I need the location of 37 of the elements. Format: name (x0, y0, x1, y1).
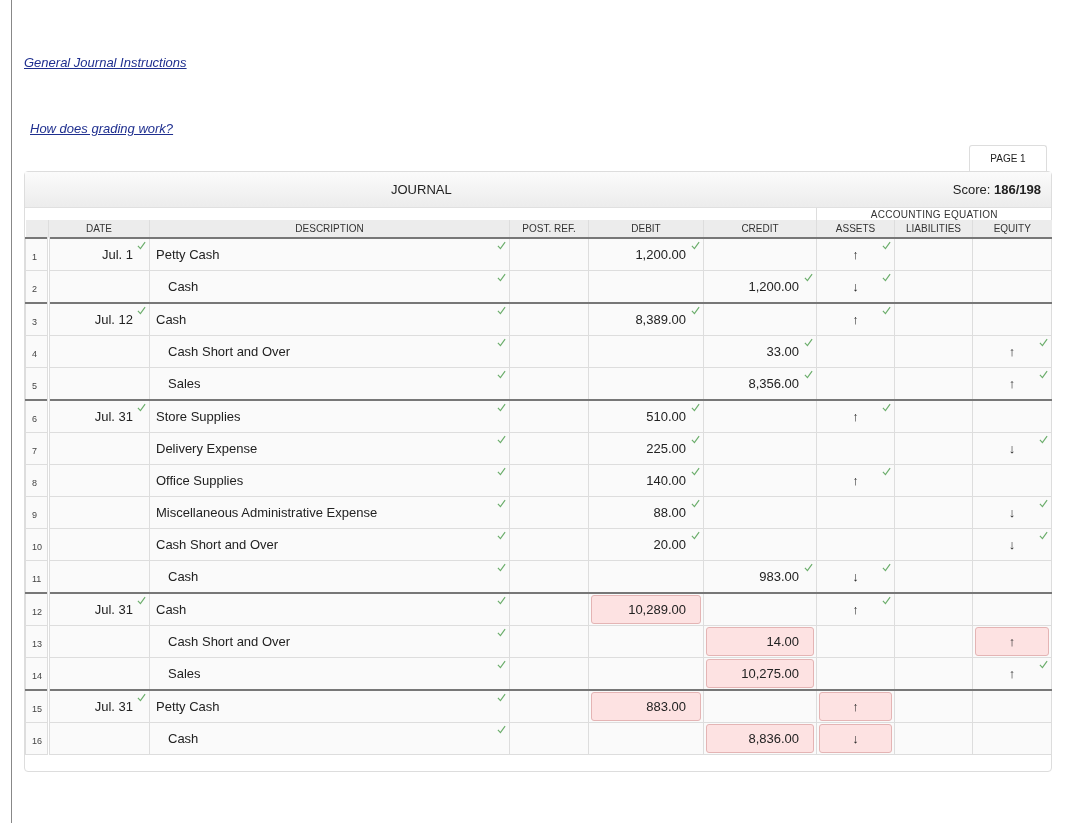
line-number: 13 (32, 638, 42, 649)
line-number: 10 (32, 541, 42, 552)
line-number: 9 (32, 509, 37, 520)
amount-field[interactable]: 10,289.00 (591, 595, 701, 624)
column-header: LIABILITIES (894, 220, 973, 238)
line-number: 2 (32, 283, 37, 294)
link[interactable]: How does grading work? (30, 121, 174, 136)
line-number: 4 (32, 348, 37, 359)
column-header: DEBIT (588, 220, 704, 238)
column-header: POST. REF. (509, 220, 589, 238)
column-header: DESCRIPTION (149, 220, 510, 238)
line-number: 16 (32, 735, 42, 746)
column-header: ASSETS (816, 220, 895, 238)
line-number: 3 (32, 316, 37, 327)
line-number: 5 (32, 380, 37, 391)
score-text: Score: 186/198 (952, 182, 1041, 197)
page-tab[interactable]: PAGE 1 (969, 145, 1047, 171)
line-number: 15 (32, 703, 42, 714)
line-number: 7 (32, 445, 37, 456)
amount-field[interactable]: 14.00 (706, 627, 815, 656)
amount-field[interactable]: 883.00 (591, 692, 701, 721)
amount-field[interactable]: 8,836.00 (706, 724, 815, 753)
column-header: CREDIT (703, 220, 817, 238)
journal-title: JOURNAL (391, 182, 452, 197)
column-header: DATE (48, 220, 150, 238)
arrow-field[interactable]: ↑ (819, 692, 893, 721)
link[interactable]: General Journal Instructions (24, 55, 187, 70)
line-number: 1 (32, 251, 37, 262)
line-number: 14 (32, 670, 42, 681)
line-number: 6 (32, 413, 37, 424)
line-number: 8 (32, 477, 37, 488)
line-number: 11 (32, 573, 42, 584)
column-header: EQUITY (972, 220, 1052, 238)
arrow-field[interactable]: ↑ (975, 627, 1050, 656)
amount-field[interactable]: 10,275.00 (706, 659, 815, 688)
line-number: 12 (32, 606, 42, 617)
arrow-field[interactable]: ↓ (819, 724, 893, 753)
